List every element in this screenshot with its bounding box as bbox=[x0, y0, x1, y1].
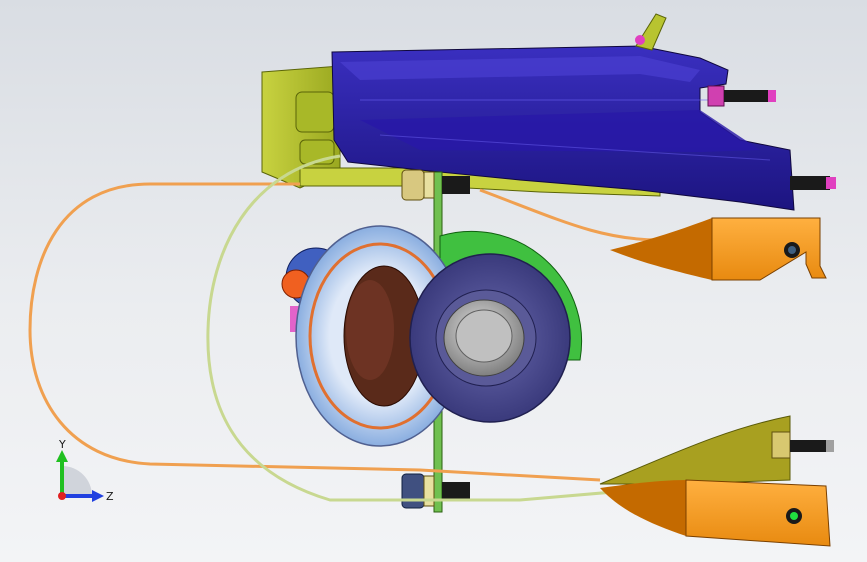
axis-triad: Y Z bbox=[56, 438, 114, 503]
olive-arm-lower[interactable] bbox=[599, 415, 834, 485]
x-axis-dot bbox=[58, 492, 66, 500]
bracket-bolt-upper[interactable] bbox=[707, 85, 776, 107]
assembly-model[interactable] bbox=[0, 0, 867, 562]
top-clip bbox=[635, 13, 667, 51]
orange-arm-upper[interactable] bbox=[610, 217, 827, 281]
triad-quadrant bbox=[62, 466, 92, 496]
pulley-wheel[interactable] bbox=[409, 253, 571, 423]
bracket-bolt-lower[interactable] bbox=[790, 176, 836, 190]
orange-arm-lower[interactable] bbox=[600, 479, 831, 547]
y-axis-label: Y bbox=[58, 438, 66, 451]
cad-viewport[interactable]: Y Z bbox=[0, 0, 867, 562]
z-axis-label: Z bbox=[106, 490, 114, 503]
